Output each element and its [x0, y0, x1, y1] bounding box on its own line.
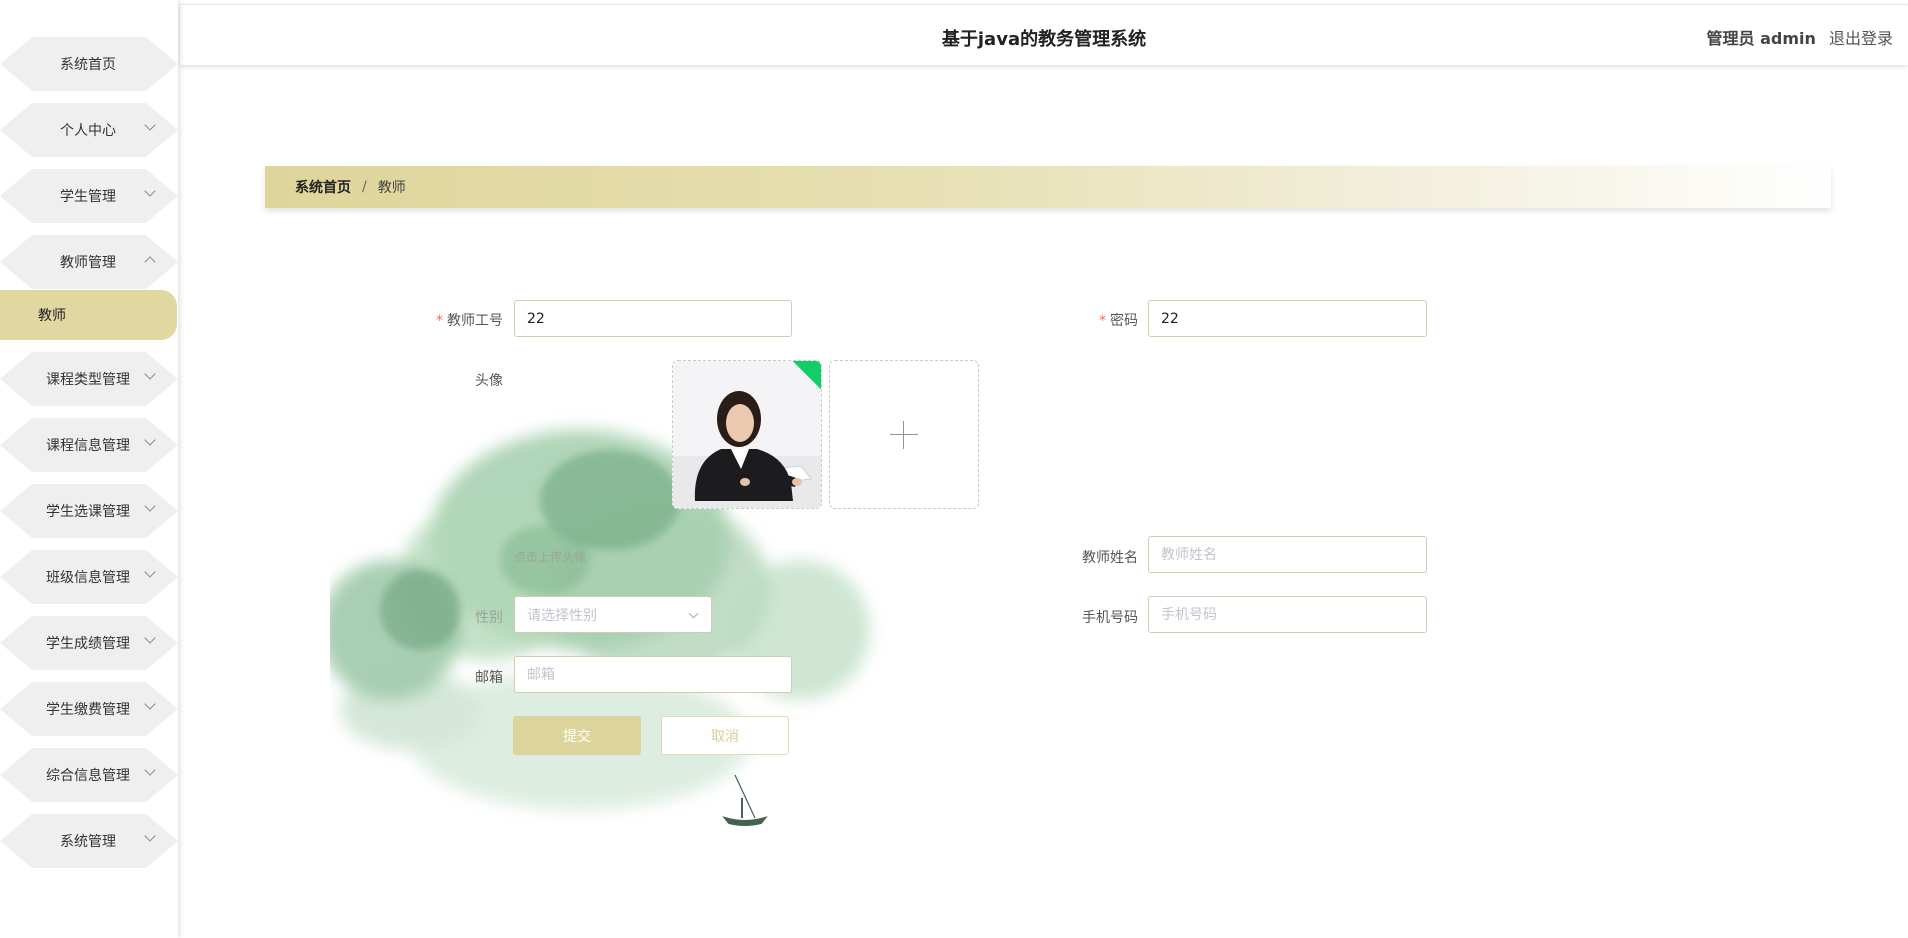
sidebar-item-label: 教师管理	[60, 255, 116, 271]
sidebar-item-label: 课程信息管理	[46, 438, 130, 454]
plus-icon	[903, 421, 904, 449]
chevron-down-icon	[144, 500, 156, 512]
header-user-area: 管理员 admin 退出登录	[1707, 25, 1893, 49]
avatar-upload-tip: 点击上传头像	[514, 550, 587, 564]
gender-label: 性别	[475, 610, 503, 626]
gender-select[interactable]: 请选择性别	[514, 596, 712, 633]
email-label: 邮箱	[475, 670, 503, 686]
teacher-name-input[interactable]	[1148, 536, 1427, 573]
chevron-down-icon	[144, 830, 156, 842]
sidebar-item-class-info-management[interactable]: 班级信息管理	[0, 550, 178, 604]
sidebar-item-label: 学生选课管理	[46, 504, 130, 520]
sidebar-item-label: 学生缴费管理	[46, 702, 130, 718]
password-input[interactable]	[1148, 300, 1427, 337]
logout-link[interactable]: 退出登录	[1829, 29, 1893, 48]
sidebar-item-general-info-management[interactable]: 综合信息管理	[0, 748, 178, 802]
sidebar-item-student-management[interactable]: 学生管理	[0, 169, 178, 223]
chevron-down-icon	[144, 119, 156, 131]
sidebar-item-label: 学生管理	[60, 189, 116, 205]
teacher-photo	[673, 361, 821, 508]
breadcrumb-current: 教师	[377, 180, 406, 196]
breadcrumb-home-link[interactable]: 系统首页	[295, 177, 351, 197]
chevron-down-icon	[144, 764, 156, 776]
top-header: 基于java的教务管理系统 管理员 admin 退出登录	[180, 4, 1908, 65]
chevron-down-icon	[144, 185, 156, 197]
chevron-down-icon	[144, 434, 156, 446]
gender-select-placeholder: 请选择性别	[527, 607, 597, 624]
sidebar-item-home[interactable]: 系统首页	[0, 37, 178, 91]
teacher-name-label: 教师姓名	[1082, 550, 1138, 566]
sidebar-item-label: 学生成绩管理	[46, 636, 130, 652]
teacher-id-input[interactable]	[514, 300, 792, 337]
submit-button[interactable]: 提交	[513, 716, 641, 755]
sidebar-item-personal-center[interactable]: 个人中心	[0, 103, 178, 157]
sidebar-item-teacher-management[interactable]: 教师管理	[0, 235, 178, 289]
cancel-button[interactable]: 取消	[661, 716, 789, 755]
breadcrumb: 系统首页 / 教师	[265, 166, 1831, 208]
sidebar-item-label: 课程类型管理	[46, 372, 130, 388]
chevron-down-icon	[688, 608, 699, 619]
avatar-upload-button[interactable]	[829, 360, 979, 509]
sidebar-item-course-type-management[interactable]: 课程类型管理	[0, 352, 178, 406]
app-title: 基于java的教务管理系统	[941, 29, 1147, 50]
teacher-id-label: * 教师工号	[436, 313, 503, 329]
chevron-down-icon	[144, 368, 156, 380]
sidebar-item-course-info-management[interactable]: 课程信息管理	[0, 418, 178, 472]
sidebar-item-payment-management[interactable]: 学生缴费管理	[0, 682, 178, 736]
phone-label: 手机号码	[1082, 610, 1138, 626]
sidebar-item-grade-management[interactable]: 学生成绩管理	[0, 616, 178, 670]
avatar-label: 头像	[475, 373, 503, 389]
sidebar-item-system-management[interactable]: 系统管理	[0, 814, 178, 868]
chevron-down-icon	[144, 566, 156, 578]
phone-input[interactable]	[1148, 596, 1427, 633]
avatar-uploaded-image[interactable]	[672, 360, 822, 509]
sidebar-item-course-selection-management[interactable]: 学生选课管理	[0, 484, 178, 538]
current-user-label: 管理员 admin	[1706, 29, 1816, 48]
chevron-up-icon	[144, 256, 156, 268]
password-label: * 密码	[1099, 313, 1138, 329]
plus-icon	[890, 434, 918, 435]
sidebar-item-label: 综合信息管理	[46, 768, 130, 784]
email-input[interactable]	[514, 656, 792, 693]
chevron-down-icon	[144, 632, 156, 644]
sidebar-item-label: 个人中心	[60, 123, 116, 139]
sidebar-subitem-label: 教师	[38, 308, 66, 324]
breadcrumb-separator: /	[362, 179, 367, 195]
sidebar-subitem-teacher[interactable]: 教师	[0, 290, 177, 340]
chevron-down-icon	[144, 698, 156, 710]
sidebar-item-label: 系统首页	[60, 57, 116, 73]
sidebar-item-label: 系统管理	[60, 834, 116, 850]
sidebar-item-label: 班级信息管理	[46, 570, 130, 586]
sidebar: 系统首页 个人中心 学生管理 教师管理 教师 课程类型管理 课程信息管理 学生选…	[0, 0, 178, 938]
